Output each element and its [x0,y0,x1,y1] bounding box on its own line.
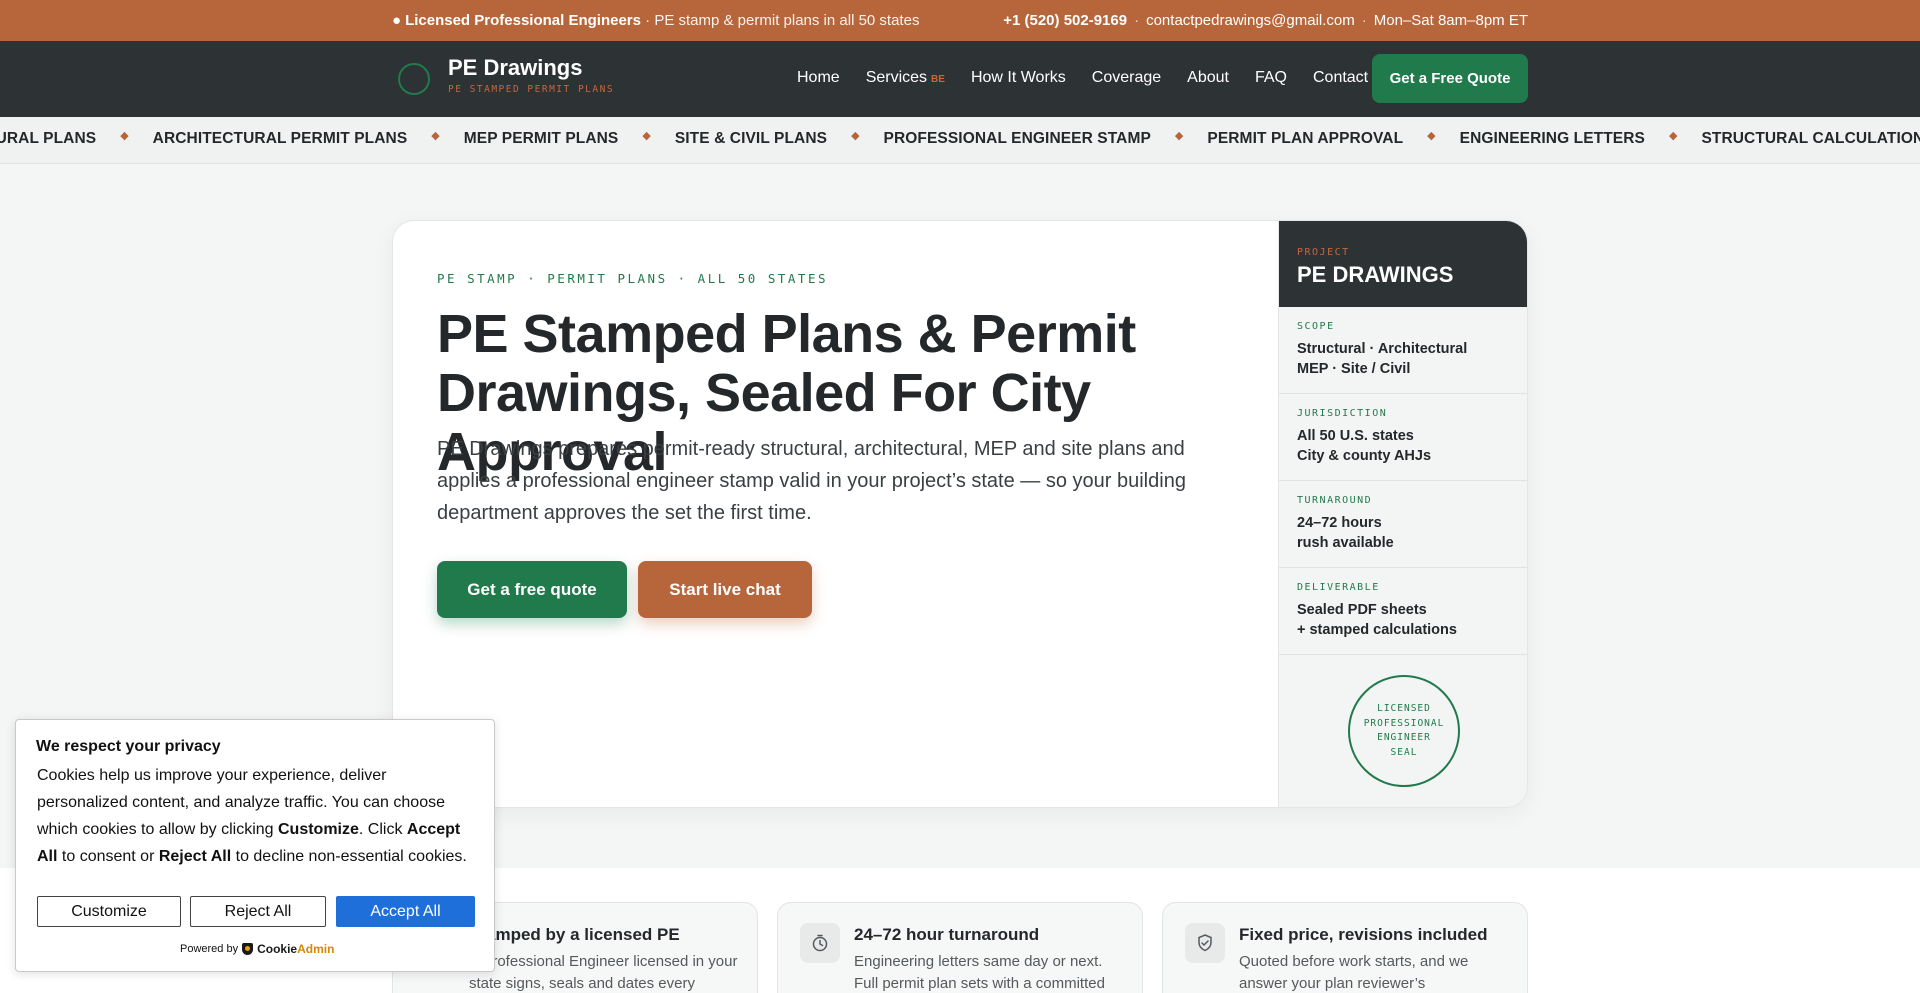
nav-item-how-it-works[interactable]: How It Works [971,69,1066,87]
marquee-item: SITE & CIVIL PLANS [674,130,828,147]
nav-item-label: Contact [1312,69,1369,86]
cookieadmin-logo-admin: Admin [297,942,335,956]
row-label: JURISDICTION [1297,408,1388,419]
nav-menu: Home Services BE How It Works Coverage Ab… [797,69,1394,87]
diamond-separator-icon: ◆ [431,130,440,142]
cookie-text-customize: Customize [278,821,359,838]
contact-info: +1 (520) 502-9169 · contactpedrawings@gmai… [1003,12,1528,29]
row-label: TURNAROUND [1297,495,1373,506]
marquee-item: MEP PERMIT PLANS [463,130,619,147]
row-value: All 50 U.S. states City & county AHJs [1297,428,1432,464]
brand-subtitle: PE STAMPED PERMIT PLANS [448,84,615,95]
feature-card-turnaround: 24–72 hour turnaround Engineering letter… [777,902,1143,993]
marquee-item: PERMIT PLAN APPROVAL [1207,130,1404,147]
nav-item-label: FAQ [1254,69,1287,86]
brand-name[interactable]: PE Drawings [448,55,582,81]
bullet-dot-icon: ● [392,12,402,29]
row-value: Structural · Architectural MEP · Site / … [1297,341,1468,377]
row-value: 24–72 hours rush available [1297,515,1394,551]
cookie-accept-all-button[interactable]: Accept All [336,896,475,927]
services-marquee: TURAL PLANS ◆ ARCHITECTURAL PERMIT PLANS ◆ M… [0,117,1920,164]
cookie-text: to consent or [57,848,159,865]
nav-item-coverage[interactable]: Coverage [1092,69,1161,87]
marquee-item: TURAL PLANS [0,130,97,147]
marquee-item: STRUCTURAL CALCULATIONS [1701,130,1920,147]
main-navigation: PE Drawings PE STAMPED PERMIT PLANS Home… [0,41,1920,117]
marquee-item: ENGINEERING LETTERS [1459,130,1645,147]
row-label: SCOPE [1297,321,1335,332]
license-tagline: · PE stamp & permit plans in all 50 stat… [645,12,920,29]
hero-eyebrow: PE STAMP · PERMIT PLANS · ALL 50 STATES [437,271,828,286]
project-header: PROJECT PE DRAWINGS [1279,221,1527,307]
diamond-separator-icon: ◆ [120,130,129,142]
nav-item-about[interactable]: About [1187,69,1229,87]
license-notice: ● Licensed Professional Engineers · PE st… [392,12,919,29]
services-badge: BE [931,74,945,85]
diamond-separator-icon: ◆ [1427,130,1436,142]
nav-item-faq[interactable]: FAQ [1255,69,1287,87]
marquee-item: ARCHITECTURAL PERMIT PLANS [152,130,408,147]
project-summary-panel: PROJECT PE DRAWINGS SCOPE Structural · A… [1278,221,1527,807]
cookie-reject-all-button[interactable]: Reject All [190,896,326,927]
nav-item-label: Coverage [1091,69,1162,86]
nav-item-label: About [1187,69,1229,86]
cookie-customize-button[interactable]: Customize [37,896,181,927]
feature-text: A Professional Engineer licensed in your… [469,953,738,992]
start-live-chat-button[interactable]: Start live chat [638,561,812,618]
stopwatch-icon [800,923,840,963]
row-label: DELIVERABLE [1297,582,1380,593]
pe-seal-badge: LICENSED PROFESSIONAL ENGINEER SEAL [1348,675,1460,787]
logo-icon[interactable] [398,63,430,95]
nav-item-label: Home [797,69,840,86]
project-name: PE DRAWINGS [1297,262,1454,287]
email-link[interactable]: contactpedrawings@gmail.com [1146,12,1355,29]
marquee-track: TURAL PLANS ◆ ARCHITECTURAL PERMIT PLANS ◆ M… [0,130,1920,148]
deliverable-row: DELIVERABLE Sealed PDF sheets + stamped … [1279,568,1527,655]
feature-text: Quoted before work starts, and we answer… [1239,953,1469,992]
cookie-text-reject: Reject All [158,848,232,865]
nav-item-services[interactable]: Services BE [866,69,945,87]
separator: · [1361,12,1367,29]
cookieadmin-shield-icon [242,943,254,955]
nav-item-label: Services [865,69,928,86]
licensed-label: Licensed Professional Engineers [405,12,641,29]
jurisdiction-row: JURISDICTION All 50 U.S. states City & c… [1279,394,1527,481]
cookie-text: . Click [358,821,407,838]
feature-title: 24–72 hour turnaround [854,925,1040,944]
cookie-powered-by: Powered by CookieAdmin [180,942,334,956]
nav-item-contact[interactable]: Contact [1313,69,1368,87]
powered-by-label: Powered by [180,943,239,955]
separator: · [1134,12,1140,29]
feature-title: Stamped by a licensed PE [469,925,680,944]
diamond-separator-icon: ◆ [1174,130,1184,142]
hero-card: PE STAMP · PERMIT PLANS · ALL 50 STATES … [392,220,1528,808]
get-free-quote-button[interactable]: Get a Free Quote [1372,54,1528,103]
feature-card-fixed-price: Fixed price, revisions included Quoted b… [1162,902,1528,993]
phone-link[interactable]: +1 (520) 502-9169 [1003,12,1127,29]
scope-row: SCOPE Structural · Architectural MEP · S… [1279,307,1527,394]
cookie-title: We respect your privacy [36,738,221,755]
diamond-separator-icon: ◆ [642,130,651,142]
cookieadmin-logo[interactable]: CookieAdmin [257,942,334,956]
cookie-body: Cookies help us improve your experience,… [37,762,477,870]
cookie-text: to decline non-essential cookies. [231,848,467,865]
cookieadmin-logo-cookie: Cookie [257,942,298,956]
diamond-separator-icon: ◆ [851,130,860,142]
shield-check-icon [1185,923,1225,963]
cookie-consent-banner: We respect your privacy Cookies help us … [15,719,495,972]
project-label: PROJECT [1297,247,1350,258]
feature-text: Engineering letters same day or next. Fu… [854,953,1105,992]
nav-item-label: How It Works [970,69,1066,86]
nav-item-home[interactable]: Home [797,69,840,87]
turnaround-row: TURNAROUND 24–72 hours rush available [1279,481,1527,568]
feature-title: Fixed price, revisions included [1239,925,1488,944]
get-free-quote-hero-button[interactable]: Get a free quote [437,561,627,618]
diamond-separator-icon: ◆ [1668,130,1678,142]
marquee-item: PROFESSIONAL ENGINEER STAMP [883,130,1151,147]
hero-description: PE Drawings prepares permit-ready struct… [437,438,1186,524]
top-info-bar: ● Licensed Professional Engineers · PE st… [0,0,1920,41]
row-value: Sealed PDF sheets + stamped calculations [1297,602,1457,638]
business-hours: Mon–Sat 8am–8pm ET [1373,12,1528,29]
